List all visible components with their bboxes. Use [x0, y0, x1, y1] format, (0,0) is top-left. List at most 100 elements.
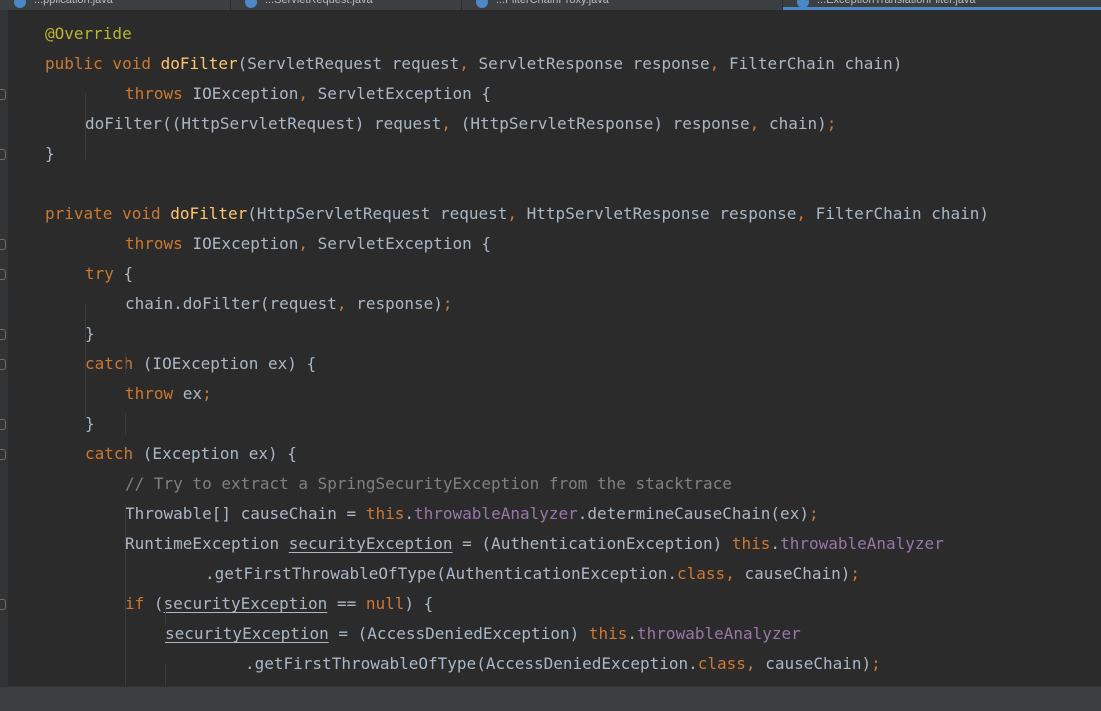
code-token: , — [749, 114, 769, 133]
indent-guide — [125, 413, 126, 435]
code-token: doFilter — [160, 54, 238, 73]
code-token: , — [459, 54, 479, 73]
code-token: , — [796, 204, 816, 223]
code-token: FilterChain chain) — [728, 54, 903, 73]
code-token: this — [588, 624, 628, 643]
code-token: , — [441, 114, 461, 133]
code-token: (Exception ex) { — [142, 444, 297, 463]
code-token: , — [745, 654, 766, 673]
code-token: { — [123, 264, 134, 283]
code-line[interactable]: try { — [85, 259, 133, 289]
code-line[interactable]: .getFirstThrowableOfType(AuthenticationE… — [205, 559, 860, 589]
code-token: throwableAnalyzer — [637, 624, 801, 643]
code-token: throws — [125, 84, 193, 103]
code-token: , — [336, 294, 357, 313]
code-token: = (AuthenticationException) — [452, 534, 732, 553]
code-token: response) — [356, 294, 443, 313]
code-line[interactable]: private void doFilter(HttpServletRequest… — [45, 199, 989, 229]
code-token: .getFirstThrowableOfType(AuthenticationE… — [205, 564, 678, 583]
code-token: causeChain) — [744, 564, 851, 583]
code-token: ; — [442, 294, 453, 313]
code-line[interactable]: chain.doFilter(request, response); — [125, 289, 453, 319]
code-line[interactable]: } — [85, 319, 95, 349]
code-token: ex — [182, 384, 203, 403]
code-token: throwableAnalyzer — [414, 504, 578, 523]
code-token: , — [298, 84, 318, 103]
code-line[interactable]: securityException = (AccessDeniedExcepti… — [165, 619, 801, 649]
code-token: ; — [871, 654, 881, 673]
code-token: } — [45, 144, 55, 163]
code-token: (HttpServletRequest request — [247, 204, 508, 223]
code-token: class — [677, 564, 726, 583]
code-line[interactable]: .getFirstThrowableOfType(AccessDeniedExc… — [245, 649, 881, 679]
code-token: chain) — [768, 114, 827, 133]
code-token: doFilter — [170, 204, 248, 223]
code-line[interactable]: public void doFilter(ServletRequest requ… — [45, 49, 902, 79]
status-bar — [0, 686, 1101, 711]
editor-tab[interactable]: ...pplication.java — [0, 0, 231, 10]
code-token: ServletException { — [317, 234, 492, 253]
code-line[interactable]: throws IOException, ServletException { — [125, 79, 491, 109]
java-file-icon — [797, 0, 809, 8]
code-token: private void — [45, 204, 171, 223]
code-token: } — [85, 414, 95, 433]
code-line[interactable]: catch (Exception ex) { — [85, 439, 297, 469]
java-file-icon — [14, 0, 26, 8]
tab-label: ...pplication.java — [34, 0, 113, 6]
code-token: (HttpServletResponse) response — [460, 114, 750, 133]
code-line[interactable]: catch (IOException ex) { — [85, 349, 316, 379]
code-token: // Try to extract a SpringSecurityExcept… — [125, 474, 732, 493]
code-token: = (AccessDeniedException) — [328, 624, 589, 643]
code-line[interactable]: if (securityException == null) { — [125, 589, 433, 619]
code-token: this — [365, 504, 405, 523]
code-token: ServletException { — [317, 84, 492, 103]
code-editor[interactable]: @Override public void doFilter(ServletReq… — [0, 19, 1101, 686]
code-token: this — [731, 534, 771, 553]
code-line[interactable]: RuntimeException securityException = (Au… — [125, 529, 944, 559]
code-token: try — [85, 264, 124, 283]
code-token: . — [627, 624, 638, 643]
code-line[interactable]: // Try to extract a SpringSecurityExcept… — [125, 469, 732, 499]
tab-label: ...FilterChainProxy.java — [496, 0, 609, 6]
editor-tab[interactable]: ...ExceptionTranslationFilter.java — [783, 0, 1101, 10]
indent-guide — [85, 303, 86, 419]
code-line[interactable]: doFilter((HttpServletRequest) request, (… — [85, 109, 836, 139]
code-token: throwableAnalyzer — [780, 534, 944, 553]
code-token: catch — [85, 444, 143, 463]
indent-guide — [125, 503, 126, 686]
code-token: IOException — [192, 234, 299, 253]
indent-guide — [125, 353, 126, 375]
code-token: public void — [45, 54, 161, 73]
code-token: ; — [808, 504, 819, 523]
code-token: FilterChain chain) — [815, 204, 990, 223]
code-token: ; — [202, 384, 212, 403]
code-token: IOException — [192, 84, 299, 103]
code-line[interactable]: } — [45, 139, 55, 169]
code-line[interactable]: } — [85, 409, 95, 439]
code-line[interactable]: throws IOException, ServletException { — [125, 229, 491, 259]
code-token: } — [85, 324, 95, 343]
code-token: HttpServletResponse response — [526, 204, 797, 223]
code-token: securityException — [163, 594, 328, 613]
code-token: ( — [153, 594, 164, 613]
code-token: , — [709, 54, 729, 73]
code-token: . — [770, 534, 781, 553]
indent-guide — [165, 663, 166, 686]
code-token: , — [725, 564, 745, 583]
code-line[interactable]: throw ex; — [125, 379, 212, 409]
code-token: (ServletRequest request — [237, 54, 460, 73]
code-token: securityException — [165, 624, 329, 643]
code-token: Throwable[] causeChain = — [125, 504, 366, 523]
code-line[interactable]: @Override — [45, 19, 132, 49]
editor-tab[interactable]: ...FilterChainProxy.java — [462, 0, 783, 10]
java-file-icon — [476, 0, 488, 8]
code-token: . — [404, 504, 414, 523]
code-token: .getFirstThrowableOfType(AccessDeniedExc… — [245, 654, 698, 673]
code-line[interactable]: Throwable[] causeChain = this.throwableA… — [125, 499, 819, 529]
editor-tab[interactable]: ...ServletRequest.java — [231, 0, 462, 10]
code-token: RuntimeException — [125, 534, 289, 553]
code-token: (IOException ex) { — [142, 354, 317, 373]
code-token: @Override — [45, 24, 132, 43]
indent-guide — [165, 603, 166, 625]
code-token: catch — [85, 354, 143, 373]
